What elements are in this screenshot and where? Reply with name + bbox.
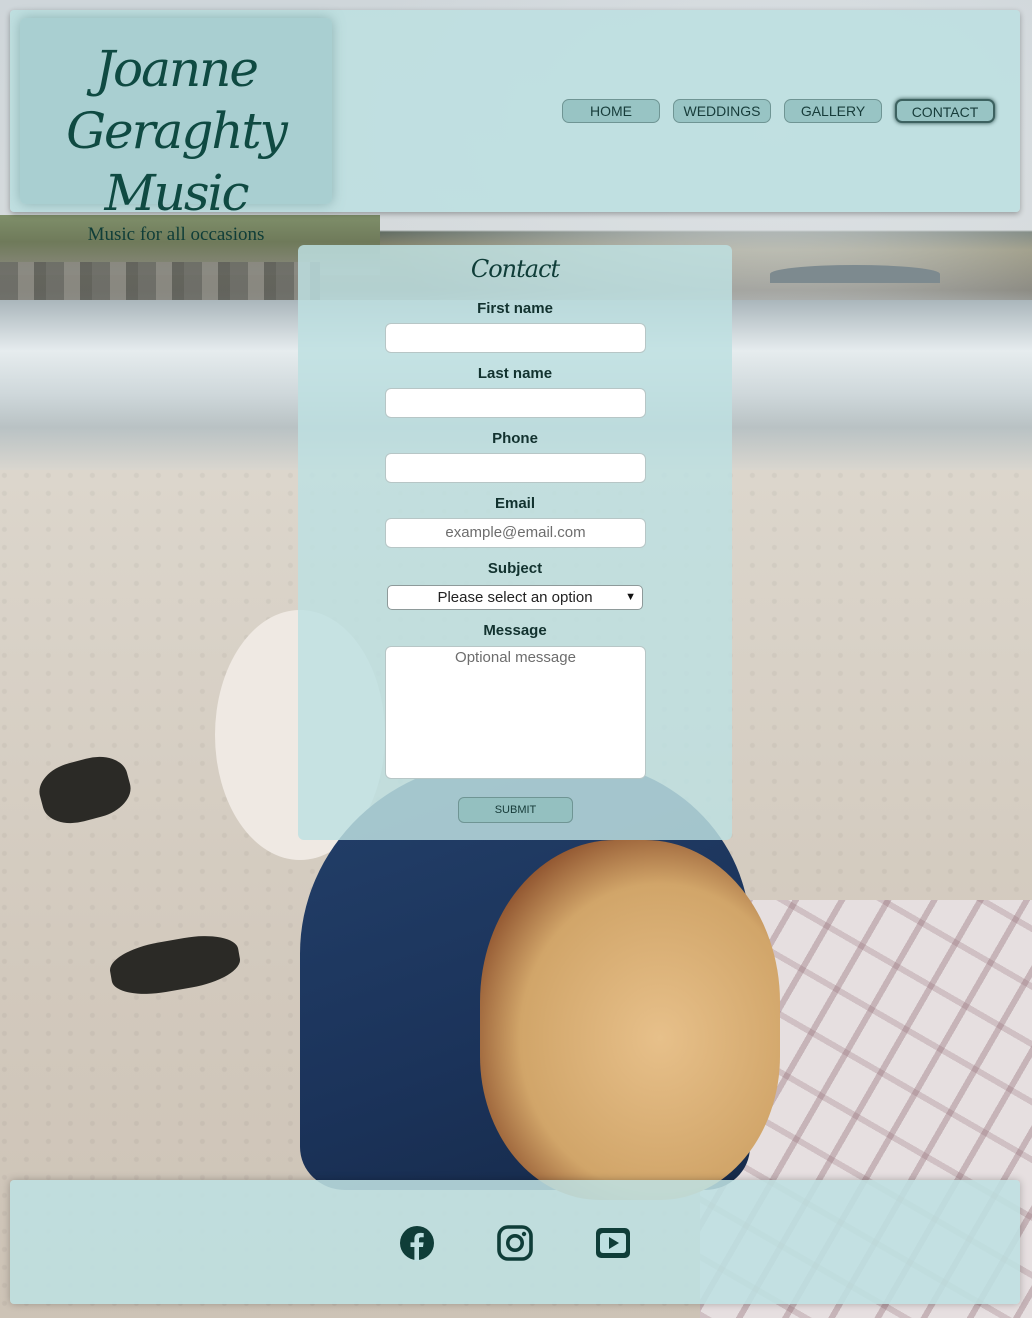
logo-title: Joanne Geraghty Music bbox=[66, 40, 288, 222]
message-label: Message bbox=[483, 622, 547, 639]
chevron-down-icon: ▼ bbox=[625, 591, 636, 603]
first-name-field[interactable] bbox=[385, 323, 646, 353]
form-title: Contact bbox=[470, 255, 560, 283]
last-name-field[interactable] bbox=[385, 388, 646, 418]
message-field[interactable]: Optional message bbox=[385, 646, 646, 779]
subject-select-value: Please select an option bbox=[437, 589, 593, 606]
nav-weddings[interactable]: WEDDINGS bbox=[673, 99, 771, 123]
site-footer bbox=[10, 1180, 1020, 1304]
last-name-label: Last name bbox=[477, 365, 553, 382]
nav-gallery[interactable]: GALLERY bbox=[784, 99, 882, 123]
site-header: Joanne Geraghty Music Music for all occa… bbox=[10, 10, 1020, 245]
instagram-icon[interactable] bbox=[497, 1225, 533, 1261]
background-photo-guitar bbox=[480, 840, 780, 1200]
logo[interactable]: Joanne Geraghty Music Music for all occa… bbox=[20, 18, 332, 245]
facebook-icon[interactable] bbox=[399, 1225, 435, 1261]
background-photo-island bbox=[770, 265, 940, 283]
subject-select[interactable]: Please select an option ▼ bbox=[387, 585, 643, 610]
email-field[interactable]: example@email.com bbox=[385, 518, 646, 548]
contact-form: Contact First name Last name Phone Email… bbox=[298, 245, 732, 840]
subject-label: Subject bbox=[487, 560, 543, 577]
nav-contact[interactable]: CONTACT bbox=[895, 99, 995, 123]
nav-home[interactable]: HOME bbox=[562, 99, 660, 123]
submit-button[interactable]: SUBMIT bbox=[458, 797, 573, 823]
main-nav: HOME WEDDINGS GALLERY CONTACT bbox=[562, 99, 995, 123]
phone-label: Phone bbox=[492, 430, 538, 447]
phone-field[interactable] bbox=[385, 453, 646, 483]
youtube-icon[interactable] bbox=[595, 1225, 631, 1261]
logo-tagline: Music for all occasions bbox=[87, 224, 265, 245]
first-name-label: First name bbox=[477, 300, 553, 317]
email-label: Email bbox=[494, 495, 536, 512]
